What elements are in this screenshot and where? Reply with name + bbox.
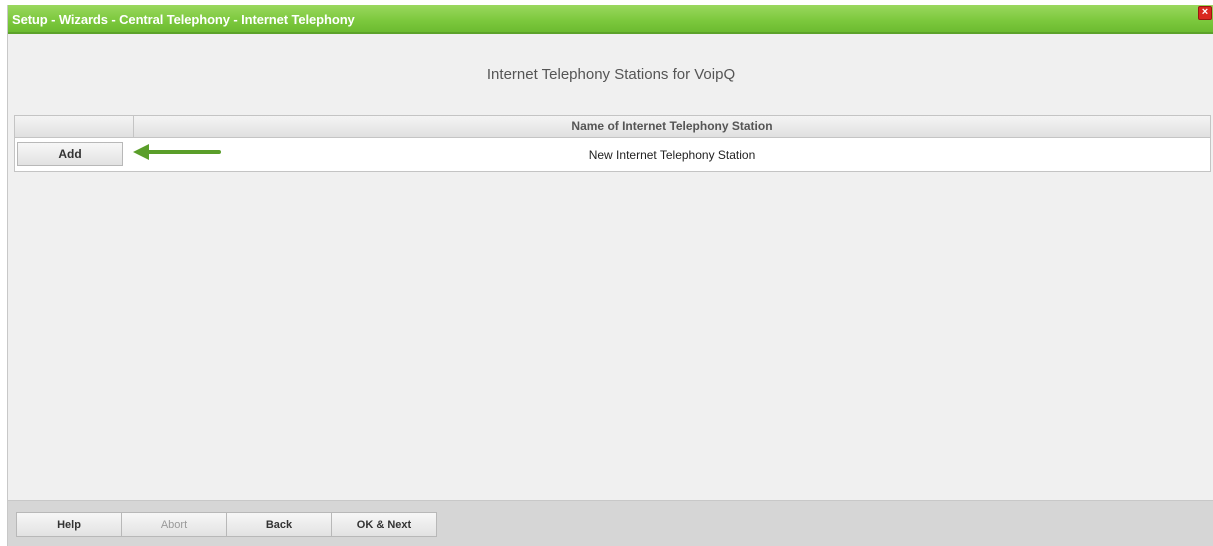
- add-button[interactable]: Add: [17, 142, 123, 166]
- title-bar: Setup - Wizards - Central Telephony - In…: [8, 5, 1213, 34]
- arrow-left-icon: [133, 144, 221, 160]
- action-cell: Add: [15, 138, 134, 171]
- wizard-window: Setup - Wizards - Central Telephony - In…: [7, 5, 1213, 546]
- table-header: Name of Internet Telephony Station: [15, 116, 1210, 138]
- name-column-header: Name of Internet Telephony Station: [571, 119, 773, 133]
- footer-button-group: Help Abort Back OK & Next: [16, 512, 437, 537]
- station-name-cell: New Internet Telephony Station: [588, 147, 756, 162]
- window-title: Setup - Wizards - Central Telephony - In…: [12, 12, 355, 27]
- action-column-header: [15, 116, 134, 137]
- footer-bar: Help Abort Back OK & Next: [8, 500, 1213, 546]
- help-button[interactable]: Help: [16, 512, 122, 537]
- page-title: Internet Telephony Stations for VoipQ: [486, 66, 736, 83]
- close-button[interactable]: ×: [1198, 6, 1212, 20]
- close-icon: ×: [1201, 6, 1209, 18]
- ok-next-button[interactable]: OK & Next: [331, 512, 437, 537]
- abort-button[interactable]: Abort: [121, 512, 227, 537]
- back-button[interactable]: Back: [226, 512, 332, 537]
